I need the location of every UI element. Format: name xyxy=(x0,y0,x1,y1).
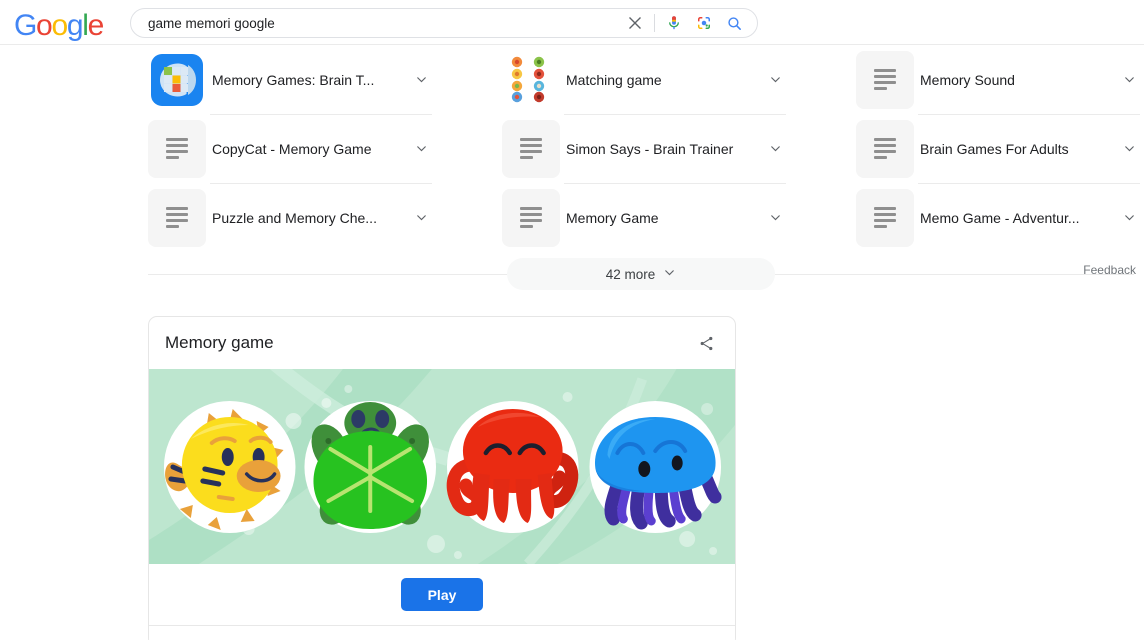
placeholder-lines-icon xyxy=(148,119,206,178)
google-lens-icon[interactable] xyxy=(689,8,719,38)
card-octopus xyxy=(446,401,579,533)
memory-game-card: Memory game Play xyxy=(148,316,736,640)
app-row[interactable]: CopyCat - Memory Game xyxy=(148,114,432,183)
app-column-1: Memory Games: Brain T... CopyCat - Memor… xyxy=(148,45,432,252)
more-results-label: 42 more xyxy=(605,266,656,282)
app-label: Memo Game - Adventur... xyxy=(920,209,1080,226)
logo-letter-o1: o xyxy=(36,9,53,42)
grid-gap xyxy=(786,45,856,252)
chevron-down-icon xyxy=(663,266,676,282)
app-label: Brain Games For Adults xyxy=(920,140,1069,157)
microphone-icon[interactable] xyxy=(659,8,689,38)
placeholder-lines-icon xyxy=(502,119,560,178)
feedback-link[interactable]: Feedback xyxy=(1083,263,1136,277)
chevron-down-icon[interactable] xyxy=(410,211,432,224)
divider-right xyxy=(775,273,1134,275)
game-card-bottom-section xyxy=(149,626,735,640)
app-label: Matching game xyxy=(566,71,662,88)
search-bar-actions xyxy=(620,8,757,38)
share-icon[interactable] xyxy=(693,330,719,356)
app-column-3: Memory Sound Brain Games For Adults Memo… xyxy=(856,45,1140,252)
app-label: Memory Games: Brain T... xyxy=(212,71,375,88)
placeholder-lines-icon xyxy=(856,50,914,109)
app-label: CopyCat - Memory Game xyxy=(212,140,372,157)
game-card-header: Memory game xyxy=(149,317,735,369)
grid-gap xyxy=(432,45,502,252)
search-results-page: Google game memori google Memory Games: … xyxy=(0,0,1144,640)
app-row[interactable]: Matching game xyxy=(502,45,786,114)
app-row[interactable]: Memo Game - Adventur... xyxy=(856,183,1140,252)
browser-search-header: Google xyxy=(0,0,1144,45)
search-input[interactable] xyxy=(131,14,620,32)
app-row[interactable]: Brain Games For Adults xyxy=(856,114,1140,183)
chevron-down-icon[interactable] xyxy=(410,142,432,155)
app-label: Memory Sound xyxy=(920,71,1015,88)
chevron-down-icon[interactable] xyxy=(1118,142,1140,155)
search-icon[interactable] xyxy=(719,8,749,38)
app-row[interactable]: Puzzle and Memory Che... xyxy=(148,183,432,252)
game-card-title: Memory game xyxy=(165,333,274,352)
placeholder-lines-icon xyxy=(502,188,560,247)
app-row[interactable]: Memory Sound xyxy=(856,45,1140,114)
chevron-down-icon[interactable] xyxy=(1118,211,1140,224)
card-turtle xyxy=(304,401,437,533)
placeholder-lines-icon xyxy=(856,119,914,178)
close-icon[interactable] xyxy=(620,8,650,38)
matching-items-icon xyxy=(502,50,560,109)
placeholder-lines-icon xyxy=(856,188,914,247)
card-jellyfish xyxy=(589,401,722,533)
logo-letter-o2: o xyxy=(51,9,68,42)
chevron-down-icon[interactable] xyxy=(1118,73,1140,86)
chevron-down-icon[interactable] xyxy=(764,142,786,155)
logo-letter-G: G xyxy=(14,9,37,42)
game-card-footer: Play xyxy=(149,564,735,626)
app-row[interactable]: Memory Game xyxy=(502,183,786,252)
app-label: Simon Says - Brain Trainer xyxy=(566,140,734,157)
chevron-down-icon[interactable] xyxy=(764,211,786,224)
app-results-grid: Memory Games: Brain T... CopyCat - Memor… xyxy=(148,45,1140,252)
logo-letter-e: e xyxy=(87,9,105,42)
app-label: Memory Game xyxy=(566,209,659,226)
more-results-button[interactable]: 42 more xyxy=(507,258,775,290)
chevron-down-icon[interactable] xyxy=(410,73,432,86)
app-column-2: Matching game Simon Says - Brain Trainer xyxy=(502,45,786,252)
more-results-row: 42 more xyxy=(148,258,1134,290)
app-label: Puzzle and Memory Che... xyxy=(212,209,377,226)
play-button[interactable]: Play xyxy=(401,578,483,611)
search-bar[interactable] xyxy=(130,8,758,38)
brain-puzzle-icon xyxy=(148,51,206,109)
chevron-down-icon[interactable] xyxy=(764,73,786,86)
google-logo[interactable]: Google xyxy=(14,9,105,42)
divider-left xyxy=(148,273,507,275)
memory-game-artwork xyxy=(149,369,735,564)
logo-letter-g: g xyxy=(66,9,84,42)
card-pufferfish xyxy=(163,401,296,533)
app-row[interactable]: Memory Games: Brain T... xyxy=(148,45,432,114)
search-divider xyxy=(654,14,655,32)
app-row[interactable]: Simon Says - Brain Trainer xyxy=(502,114,786,183)
placeholder-lines-icon xyxy=(148,188,206,247)
